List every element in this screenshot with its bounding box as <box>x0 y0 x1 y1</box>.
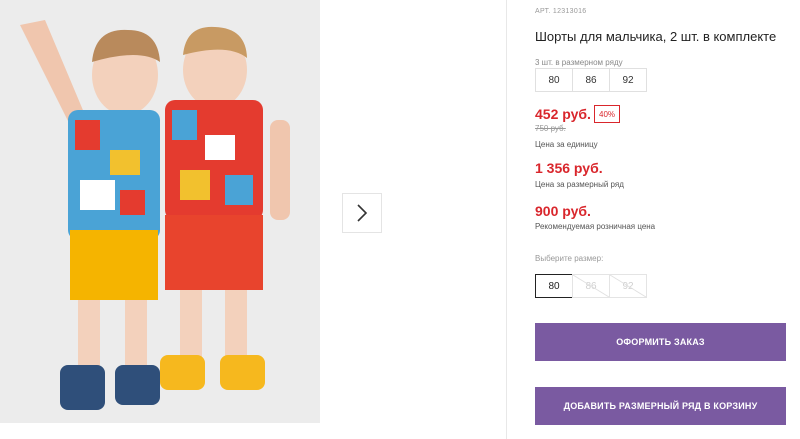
unavailable-strike-icon <box>610 275 646 297</box>
chevron-right-icon <box>357 204 368 222</box>
size-row: 80 86 92 <box>535 68 647 92</box>
product-gallery <box>0 0 507 439</box>
add-size-row-to-cart-button[interactable]: ДОБАВИТЬ РАЗМЕРНЫЙ РЯД В КОРЗИНУ <box>535 387 786 425</box>
product-title: Шорты для мальчика, 2 шт. в комплекте <box>535 29 777 44</box>
size-row-item: 80 <box>535 68 573 92</box>
product-info: АРТ. 12313016 Шорты для мальчика, 2 шт. … <box>535 0 800 439</box>
retail-price-caption: Рекомендуемая розничная цена <box>535 222 656 231</box>
unavailable-strike-icon <box>573 275 609 297</box>
next-image-button[interactable] <box>342 193 382 233</box>
product-photo[interactable] <box>0 0 320 423</box>
old-price: 750 руб. <box>535 124 566 133</box>
size-row-item: 86 <box>572 68 610 92</box>
size-row-item: 92 <box>609 68 647 92</box>
order-button[interactable]: ОФОРМИТЬ ЗАКАЗ <box>535 323 786 361</box>
size-selector: 80 86 92 <box>535 274 647 298</box>
article-number: АРТ. 12313016 <box>535 8 587 15</box>
size-option-80[interactable]: 80 <box>535 274 573 298</box>
size-row-label: 3 шт. в размерном ряду <box>535 58 623 67</box>
product-photo-illustration <box>0 0 320 423</box>
size-option-86[interactable]: 86 <box>572 274 610 298</box>
size-option-92[interactable]: 92 <box>609 274 647 298</box>
discount-badge: 40% <box>594 105 621 123</box>
unit-price: 452 руб. <box>535 106 591 122</box>
unit-price-caption: Цена за единицу <box>535 140 598 149</box>
row-price: 1 356 руб. <box>535 160 603 176</box>
row-price-caption: Цена за размерный ряд <box>535 180 624 189</box>
size-select-label: Выберите размер: <box>535 254 604 263</box>
retail-price: 900 руб. <box>535 203 591 219</box>
